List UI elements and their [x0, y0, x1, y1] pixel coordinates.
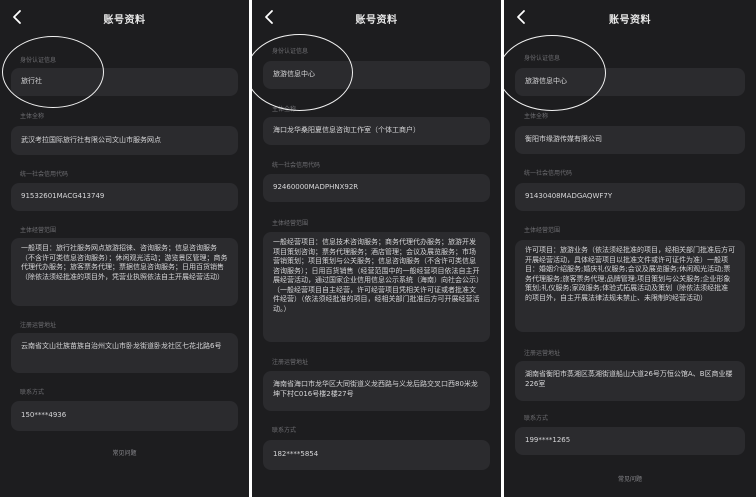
- credit-code-label: 统一社会信用代码: [524, 170, 573, 177]
- address-label: 注册运营地址: [524, 350, 561, 357]
- credit-code-value: 92460000MADPHNX92R: [263, 174, 490, 202]
- contact-label: 联系方式: [524, 415, 549, 422]
- business-scope-label: 主体经营范围: [272, 220, 309, 227]
- identity-value: 旅游信息中心: [515, 68, 745, 96]
- entity-name-value: 衡阳市缘游传媒有限公司: [515, 126, 745, 154]
- contact-label: 联系方式: [272, 427, 297, 434]
- address-label: 注册运营地址: [272, 359, 309, 366]
- nav-bar: 账号资料: [504, 0, 756, 38]
- address-value: 湖南省衡阳市蒸湘区蒸湘街道船山大道26号万恒公馆A、B区商业楼226室: [515, 361, 745, 401]
- account-panel-2: 账号资料 身份认证信息 旅游信息中心 主体全称 海口龙华桑阳夏信息咨询工作室（个…: [252, 0, 501, 497]
- contact-label: 联系方式: [20, 389, 45, 396]
- business-scope-label: 主体经营范围: [20, 227, 57, 234]
- entity-name-value: 武汉考拉国际旅行社有限公司文山市服务网点: [11, 126, 238, 155]
- business-scope-value: 一般经营项目：信息技术咨询服务；商务代理代办服务；旅游开发项目策划咨询；票务代理…: [263, 232, 490, 342]
- faq-link[interactable]: 常见问题: [504, 474, 756, 483]
- identity-label: 身份认证信息: [272, 48, 309, 55]
- identity-value: 旅游信息中心: [263, 61, 490, 89]
- credit-code-value: 91430408MADGAQWF7Y: [515, 183, 745, 211]
- contact-value: 150****4936: [11, 401, 238, 431]
- business-scope-value: 一般项目：旅行社服务网点旅游招徕、咨询服务；信息咨询服务（不含许可类信息咨询服务…: [11, 238, 238, 306]
- address-label: 注册运营地址: [20, 322, 57, 329]
- credit-code-label: 统一社会信用代码: [272, 162, 321, 169]
- credit-code-value: 91532601MACG413749: [11, 183, 238, 211]
- business-scope-label: 主体经营范围: [524, 227, 561, 234]
- entity-name-value: 海口龙华桑阳夏信息咨询工作室（个体工商户）: [263, 117, 490, 145]
- business-scope-value: 许可项目：旅游业务（依法须经批准的项目，经相关部门批准后方可开展经营活动，具体经…: [515, 240, 745, 332]
- faq-link[interactable]: 常见问题: [0, 448, 249, 457]
- contact-value: 199****1265: [515, 427, 745, 455]
- address-value: 海南省海口市龙华区大同街道义龙西路与义龙后路交叉口西80米龙坤下村C016号楼2…: [263, 371, 490, 411]
- page-title: 账号资料: [355, 15, 398, 26]
- entity-name-label: 主体全称: [272, 106, 297, 113]
- identity-label: 身份认证信息: [524, 55, 561, 62]
- screenshot-stage: 账号资料 身份认证信息 旅行社 主体全称 武汉考拉国际旅行社有限公司文山市服务网…: [0, 0, 756, 497]
- account-panel-3: 账号资料 身份认证信息 旅游信息中心 主体全称 衡阳市缘游传媒有限公司 统一社会…: [504, 0, 756, 497]
- entity-name-label: 主体全称: [20, 113, 45, 120]
- nav-bar: 账号资料: [252, 0, 501, 38]
- identity-label: 身份认证信息: [20, 57, 57, 64]
- contact-value: 182****5854: [263, 440, 490, 470]
- address-value: 云南省文山壮族苗族自治州文山市卧龙街道卧龙社区七花北路6号: [11, 333, 238, 373]
- page-title: 账号资料: [103, 15, 146, 26]
- entity-name-label: 主体全称: [524, 113, 549, 120]
- account-panel-1: 账号资料 身份认证信息 旅行社 主体全称 武汉考拉国际旅行社有限公司文山市服务网…: [0, 0, 249, 497]
- page-title: 账号资料: [609, 15, 651, 26]
- nav-bar: 账号资料: [0, 0, 249, 38]
- identity-value: 旅行社: [11, 68, 238, 96]
- credit-code-label: 统一社会信用代码: [20, 171, 69, 178]
